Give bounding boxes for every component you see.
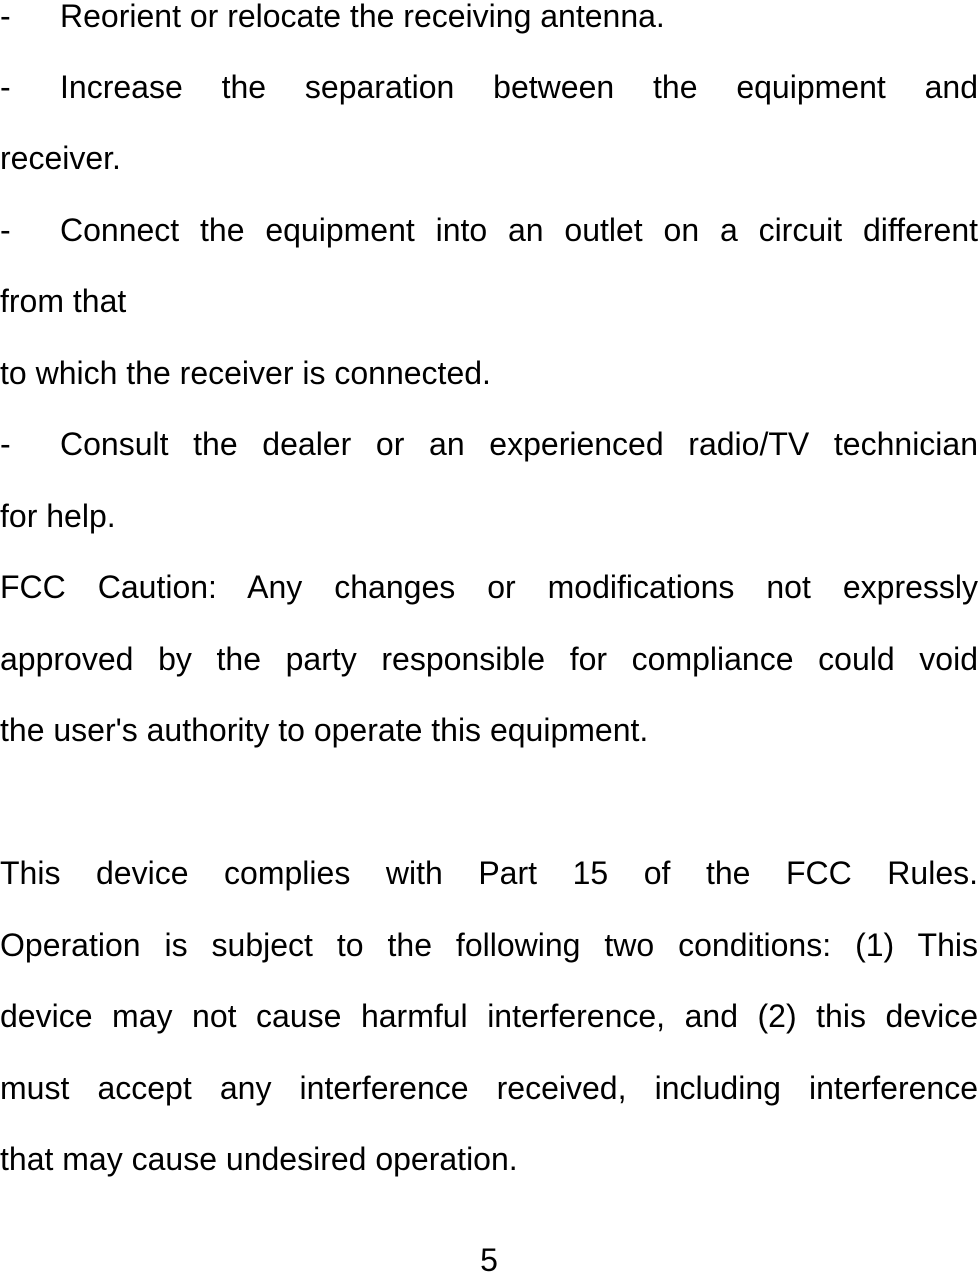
bullet-continuation: to which the receiver is connected. <box>0 355 491 391</box>
paragraph-line: approved by the party responsible for co… <box>0 641 978 677</box>
bullet-continuation: for help. <box>0 498 116 534</box>
paragraph-line: device may not cause harmful interferenc… <box>0 998 978 1034</box>
paragraph-line: This device complies with Part 15 of the… <box>0 855 978 891</box>
bullet-dash: - <box>0 0 11 34</box>
bullet-text: Increase the separation between the equi… <box>60 69 978 105</box>
bullet-dash: - <box>0 69 11 105</box>
bullet-item-outlet: - Connect the equipment into an outlet o… <box>0 210 978 250</box>
paragraph-line: that may cause undesired operation. <box>0 1141 518 1177</box>
paragraph-line: FCC Caution: Any changes or modification… <box>0 569 978 605</box>
bullet-continuation: receiver. <box>0 140 121 176</box>
bullet-item-separation: - Increase the separation between the eq… <box>0 67 978 107</box>
bullet-item-reorient: - Reorient or relocate the receiving ant… <box>0 0 978 36</box>
paragraph-line: must accept any interference received, i… <box>0 1070 978 1106</box>
bullet-continuation: from that <box>0 283 127 319</box>
bullet-dash: - <box>0 212 11 248</box>
bullet-item-consult: - Consult the dealer or an experienced r… <box>0 424 978 464</box>
bullet-text: Connect the equipment into an outlet on … <box>60 212 978 248</box>
bullet-text: Consult the dealer or an experienced rad… <box>60 426 978 462</box>
bullet-dash: - <box>0 426 11 462</box>
bullet-text: Reorient or relocate the receiving anten… <box>60 0 665 34</box>
paragraph-line: the user's authority to operate this equ… <box>0 712 649 748</box>
paragraph-line: Operation is subject to the following tw… <box>0 927 978 963</box>
page-number: 5 <box>480 1242 498 1278</box>
